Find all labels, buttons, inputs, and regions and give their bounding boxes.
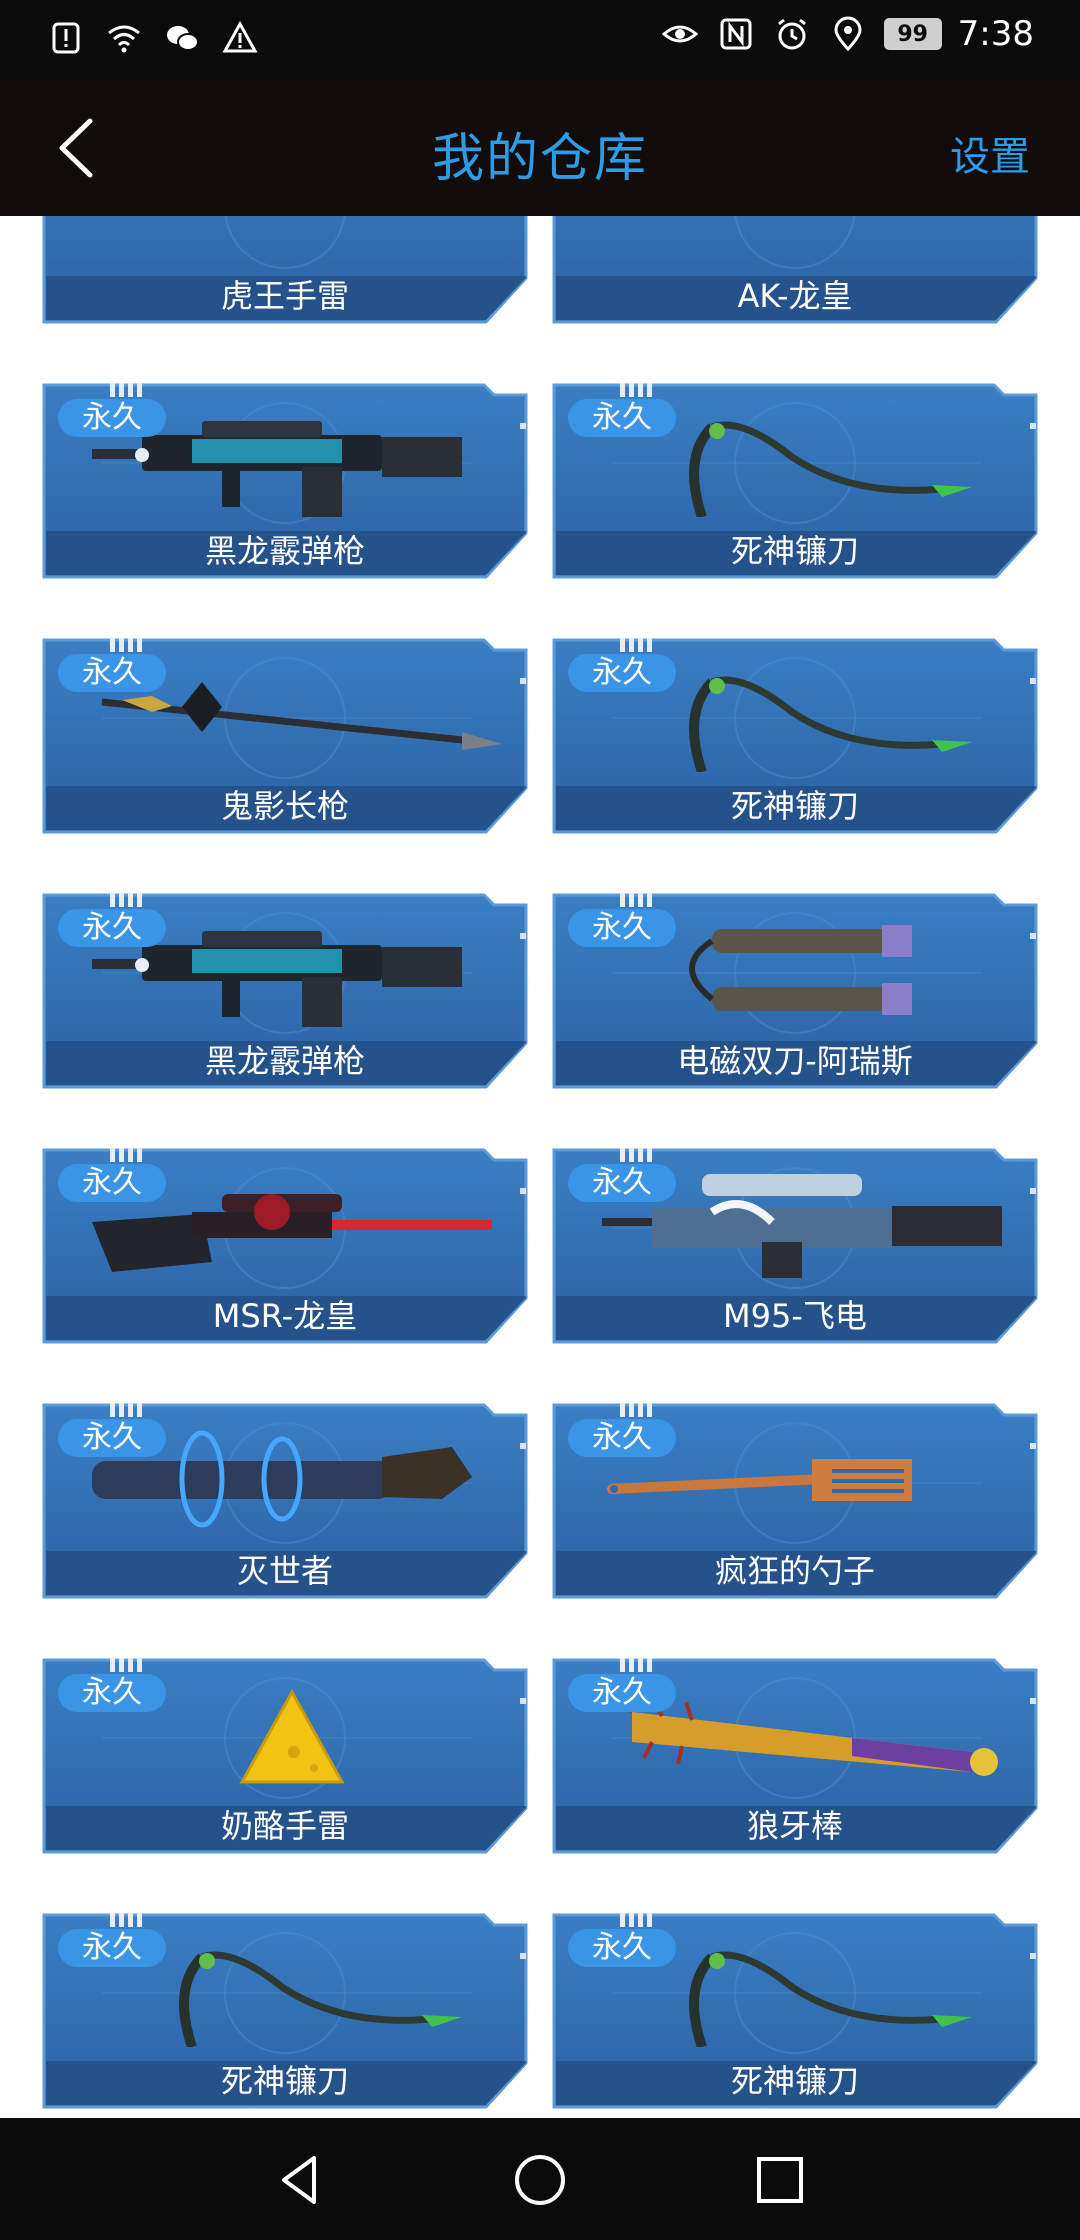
permanent-badge: 永久 — [58, 1419, 166, 1457]
permanent-badge: 永久 — [568, 909, 676, 947]
item-card[interactable]: 永久鬼影长枪 — [42, 638, 528, 834]
tier-bars — [620, 383, 654, 397]
permanent-badge: 永久 — [568, 1929, 676, 1967]
alert-square-icon — [46, 18, 86, 58]
tier-bars — [620, 893, 654, 907]
tier-bars — [110, 1658, 144, 1672]
permanent-badge: 永久 — [568, 1674, 676, 1712]
square-recents-icon — [757, 2157, 803, 2203]
item-name: 黑龙霰弹枪 — [204, 532, 365, 570]
item-card[interactable]: 永久死神镰刀 — [42, 1913, 528, 2109]
item-name: 死神镰刀 — [730, 532, 859, 570]
item-name: 黑龙霰弹枪 — [204, 1042, 365, 1080]
item-card[interactable]: 永久 M95-飞电 — [552, 1148, 1038, 1344]
permanent-badge: 永久 — [58, 909, 166, 947]
wechat-icon — [162, 18, 202, 58]
permanent-badge: 永久 — [58, 654, 166, 692]
item-name: 狼牙棒 — [746, 1807, 843, 1845]
item-name: 灭世者 — [236, 1552, 333, 1590]
item-card[interactable]: 永久死神镰刀 — [552, 638, 1038, 834]
permanent-badge: 永久 — [58, 1929, 166, 1967]
permanent-badge: 永久 — [568, 1419, 676, 1457]
item-card[interactable]: 永久黑龙霰弹枪 — [42, 893, 528, 1089]
tier-bars — [620, 1658, 654, 1672]
wifi-icon — [104, 18, 144, 58]
item-name: 死神镰刀 — [730, 787, 859, 825]
item-card[interactable]: 永久电磁双刀-阿瑞斯 — [552, 893, 1038, 1089]
item-name: 疯狂的勺子 — [714, 1552, 875, 1590]
clock: 7:38 — [957, 14, 1034, 54]
circle-home-icon — [515, 2155, 565, 2205]
eye-icon — [660, 14, 700, 54]
nav-back-button[interactable] — [268, 2148, 332, 2212]
permanent-badge: 永久 — [58, 1674, 166, 1712]
item-card[interactable]: 永久死神镰刀 — [552, 1913, 1038, 2109]
location-icon — [828, 14, 868, 54]
item-card[interactable]: 永久狼牙棒 — [552, 1658, 1038, 1854]
permanent-badge: 永久 — [568, 1164, 676, 1202]
tier-bars — [620, 1913, 654, 1927]
tier-bars — [620, 1148, 654, 1162]
item-name: 奶酪手雷 — [220, 1807, 349, 1845]
page-title: 我的仓库 — [431, 129, 648, 189]
nav-home-button[interactable] — [508, 2148, 572, 2212]
permanent-badge: 永久 — [58, 399, 166, 437]
item-name: AK-龙皇 — [737, 277, 853, 315]
item-name: 鬼影长枪 — [220, 787, 349, 825]
item-card[interactable]: AK-龙皇 — [552, 216, 1038, 324]
warehouse-list[interactable]: 虎王手雷 AK-龙皇 永久 黑龙霰弹枪 永久 死神镰刀 永久 鬼影长枪 永久 死神镰刀 永久 黑龙霰弹… — [0, 216, 1080, 2118]
triangle-back-icon — [282, 2156, 316, 2204]
alarm-icon — [772, 14, 812, 54]
tier-bars — [110, 1403, 144, 1417]
tier-bars — [110, 638, 144, 652]
permanent-badge: 永久 — [58, 1164, 166, 1202]
warning-icon — [220, 18, 260, 58]
permanent-badge: 永久 — [568, 654, 676, 692]
item-card[interactable]: 永久奶酪手雷 — [42, 1658, 528, 1854]
item-card[interactable]: 永久黑龙霰弹枪 — [42, 383, 528, 579]
item-card[interactable]: 永久 MSR-龙皇 — [42, 1148, 528, 1344]
item-card[interactable]: 虎王手雷 — [42, 216, 528, 324]
nfc-icon — [716, 14, 756, 54]
battery-indicator: 99 — [883, 18, 942, 50]
tier-bars — [110, 1148, 144, 1162]
item-card[interactable]: 永久死神镰刀 — [552, 383, 1038, 579]
app-header: 我的仓库 设置 — [0, 80, 1080, 216]
item-name: 死神镰刀 — [220, 2062, 349, 2100]
item-name: 电磁双刀-阿瑞斯 — [677, 1042, 913, 1080]
rifle-icon — [592, 216, 1012, 262]
tier-bars — [110, 383, 144, 397]
item-name: M95-飞电 — [723, 1297, 867, 1335]
item-card[interactable]: 永久疯狂的勺子 — [552, 1403, 1038, 1599]
tier-bars — [620, 1403, 654, 1417]
permanent-badge: 永久 — [568, 399, 676, 437]
item-name: MSR-龙皇 — [212, 1297, 358, 1335]
tier-bars — [110, 893, 144, 907]
grenade-icon — [82, 216, 502, 262]
settings-button[interactable]: 设置 — [950, 124, 1030, 182]
item-name: 虎王手雷 — [220, 277, 349, 315]
system-nav-bar — [0, 2118, 1080, 2240]
item-card[interactable]: 永久灭世者 — [42, 1403, 528, 1599]
status-bar: 99 7:38 — [0, 0, 1080, 80]
item-name: 死神镰刀 — [730, 2062, 859, 2100]
tier-bars — [620, 638, 654, 652]
nav-recents-button[interactable] — [748, 2148, 812, 2212]
tier-bars — [110, 1913, 144, 1927]
